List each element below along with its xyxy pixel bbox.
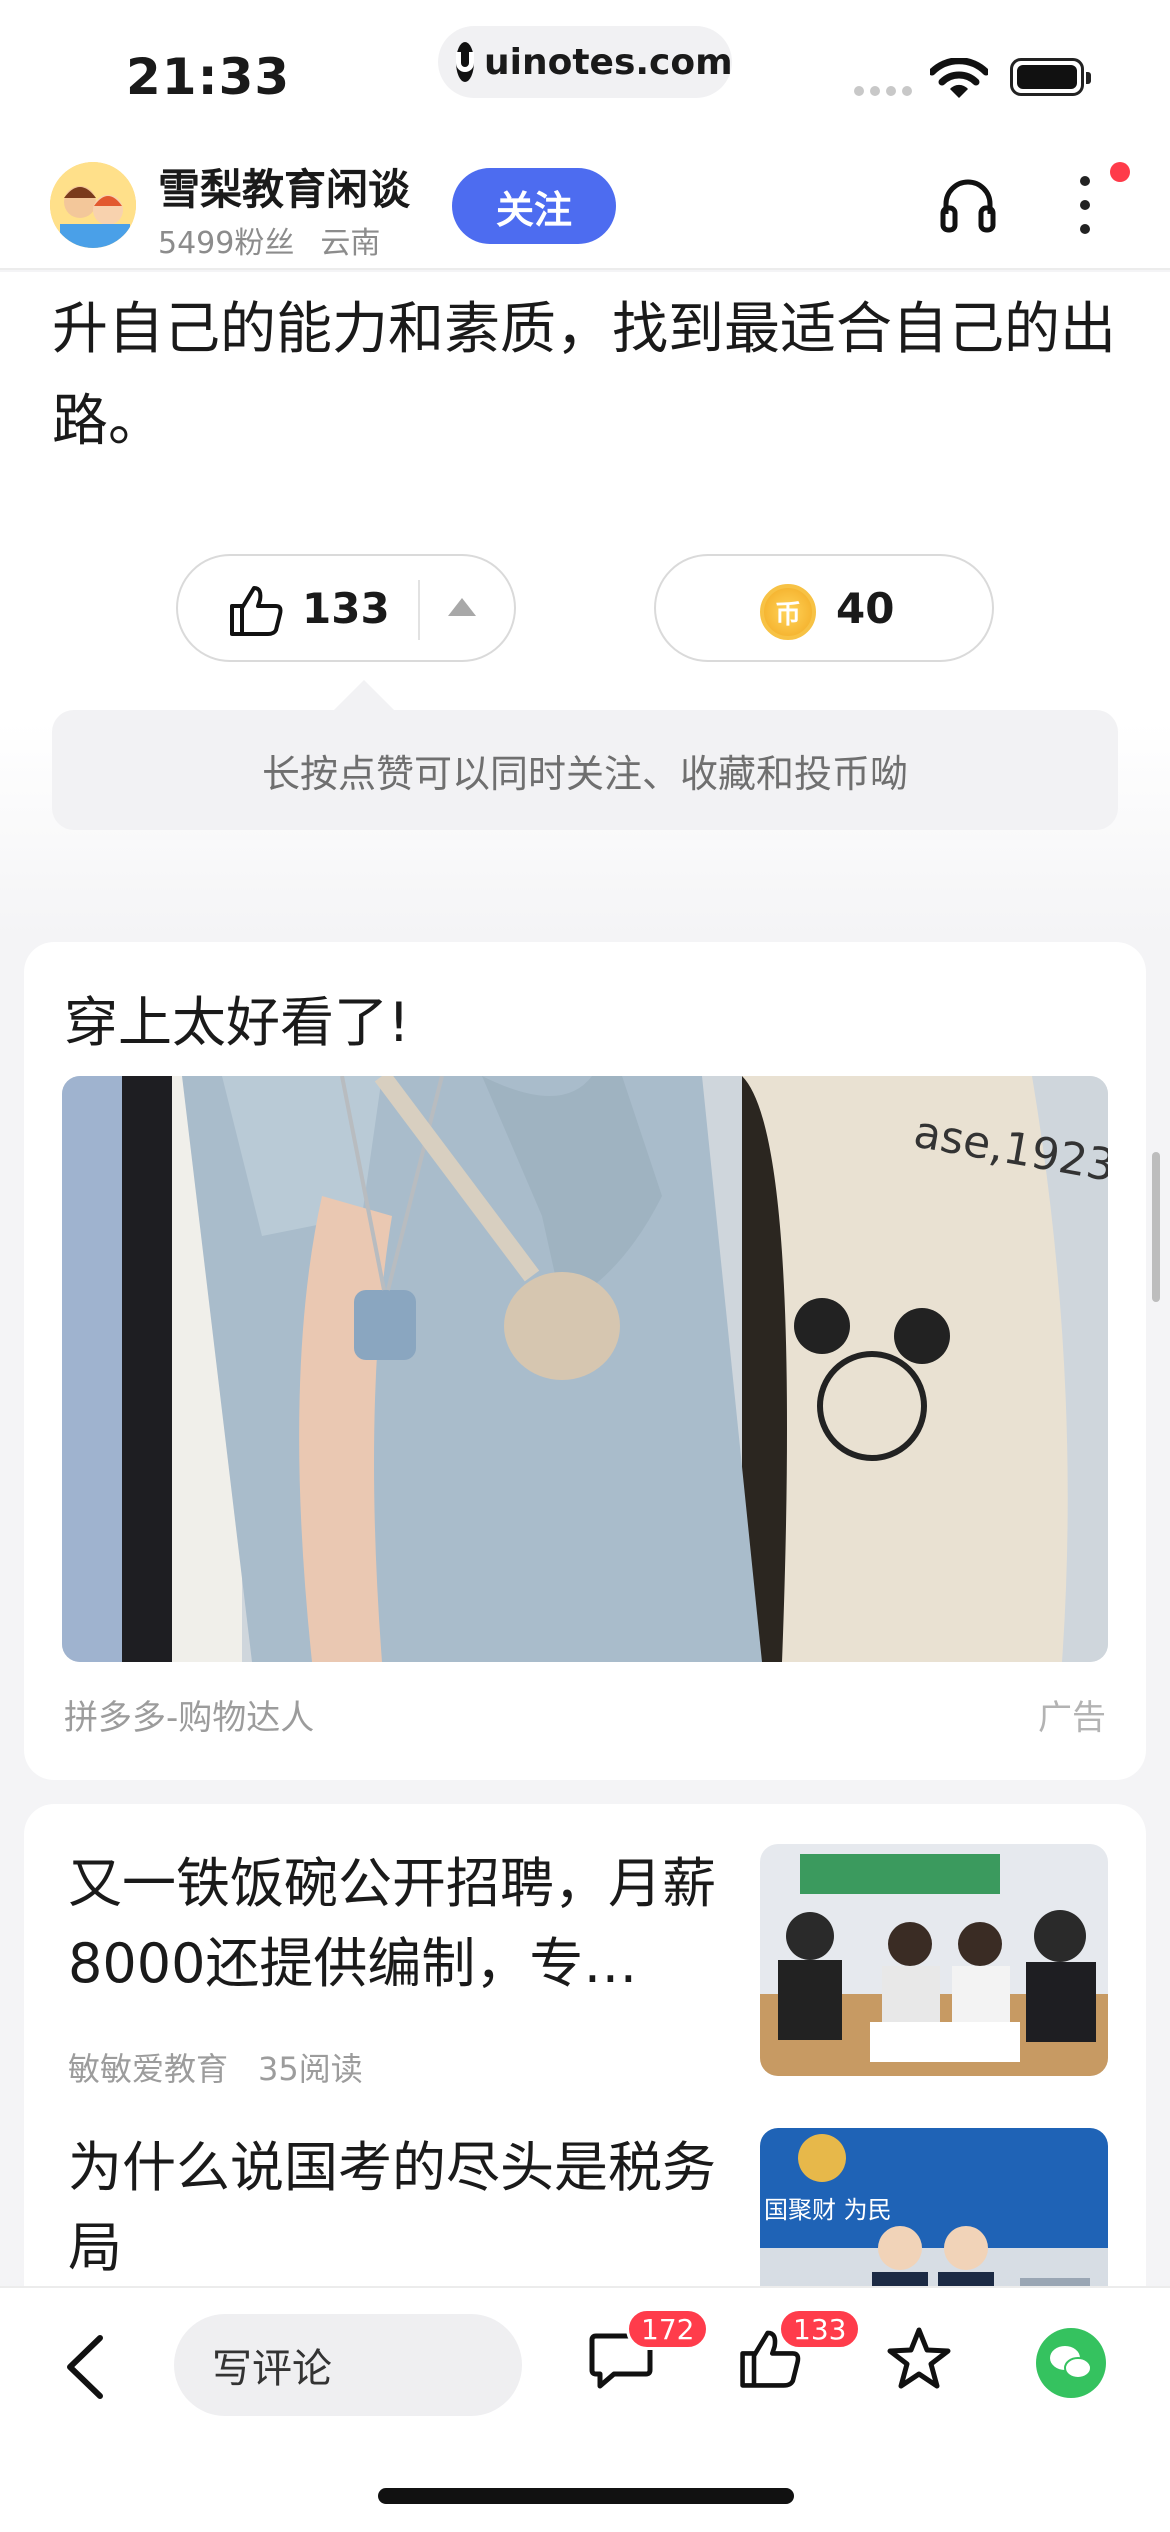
thumbnail-sign-text: 国聚财 为民: [764, 2196, 892, 2224]
like-expand-icon[interactable]: [448, 598, 476, 616]
thumb-up-icon: [230, 586, 283, 636]
fans-count: 5499粉丝: [158, 226, 295, 261]
url-text: uinotes.com: [484, 41, 733, 83]
ad-title: 穿上太好看了!: [64, 991, 410, 1054]
ad-source[interactable]: 拼多多-购物达人: [64, 1690, 314, 1739]
like-divider: [418, 580, 420, 640]
ad-tag: 广告: [1038, 1698, 1106, 1738]
follow-button[interactable]: 关注: [452, 168, 616, 244]
more-menu-icon[interactable]: [1080, 176, 1092, 236]
ad-card[interactable]: 穿上太好看了! ase,1923 拼多多-购物达人 广告: [24, 942, 1146, 1780]
battery-icon: [1010, 58, 1091, 96]
tip-arrow: [334, 680, 394, 710]
author-location: 云南: [320, 226, 381, 261]
avatar[interactable]: [50, 162, 136, 248]
wechat-share-icon[interactable]: [1036, 2328, 1106, 2398]
cellular-signal-icon: [854, 86, 912, 96]
like-tip: 长按点赞可以同时关注、收藏和投币呦: [52, 710, 1118, 830]
news-source: 敏敏爱教育: [68, 2050, 229, 2088]
author-name[interactable]: 雪梨教育闲谈: [158, 156, 410, 217]
article-text: 升自己的能力和素质，找到最适合自己的出路。: [52, 297, 1116, 454]
coin-icon: 币: [760, 584, 816, 640]
author-meta: 5499粉丝 云南: [158, 218, 380, 262]
star-favorite-icon[interactable]: [886, 2326, 952, 2392]
news-meta: 敏敏爱教育 35阅读: [68, 2044, 363, 2090]
coin-button[interactable]: 币 40: [654, 554, 994, 662]
status-time: 21:33: [126, 48, 291, 106]
like-count: 133: [302, 584, 390, 633]
url-pill[interactable]: uinotes.com: [438, 26, 733, 98]
news-title: 又一铁饭碗公开招聘，月薪8000还提供编制，专…: [68, 1852, 716, 1995]
article-body: 升自己的能力和素质，找到最适合自己的出路。: [0, 272, 1170, 722]
comment-input[interactable]: 写评论: [174, 2314, 522, 2416]
comment-count-badge: 172: [626, 2308, 710, 2350]
status-bar: 21:33 uinotes.com: [0, 0, 1170, 140]
back-arrow-icon[interactable]: [62, 2334, 106, 2400]
home-indicator[interactable]: [378, 2488, 794, 2504]
like-count-badge: 133: [778, 2308, 862, 2350]
news-title: 为什么说国考的尽头是税务局: [68, 2136, 716, 2279]
news-reads: 35阅读: [258, 2050, 363, 2088]
scrollbar[interactable]: [1152, 1152, 1160, 1302]
site-logo-icon: [456, 42, 474, 82]
ad-image[interactable]: ase,1923: [62, 1076, 1108, 1662]
like-button[interactable]: 133: [176, 554, 516, 662]
coin-count: 40: [836, 584, 895, 633]
headphone-icon[interactable]: [938, 174, 998, 234]
notification-dot: [1110, 162, 1130, 182]
news-thumbnail: [760, 1844, 1108, 2076]
wifi-icon: [930, 58, 988, 98]
author-header: 雪梨教育闲谈 5499粉丝 云南 关注: [0, 140, 1170, 270]
